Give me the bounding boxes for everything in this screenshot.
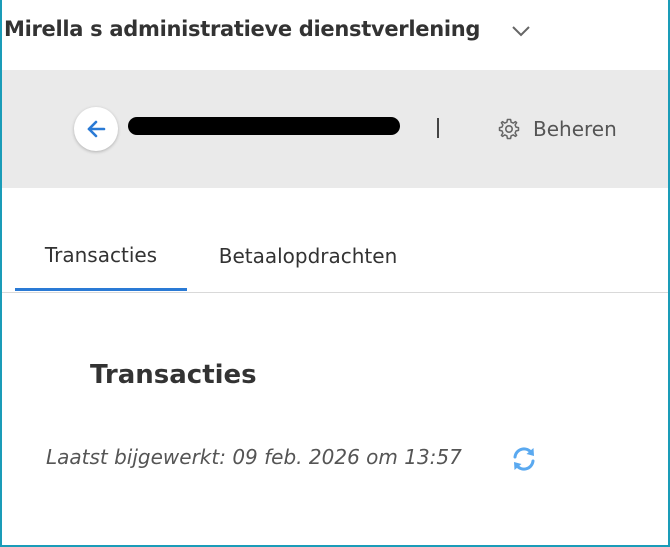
- organization-name[interactable]: Mirella s administratieve dienstverlenin…: [4, 17, 480, 41]
- refresh-button[interactable]: [508, 443, 540, 475]
- back-button[interactable]: [74, 107, 118, 151]
- tab-betaalopdrachten[interactable]: Betaalopdrachten: [197, 222, 419, 290]
- account-name-redacted: [128, 117, 400, 135]
- page-title: Transacties: [90, 360, 257, 390]
- gear-icon: [497, 117, 521, 141]
- tab-bar: Transacties Betaalopdrachten: [2, 222, 670, 293]
- header-divider: [437, 118, 439, 138]
- manage-button[interactable]: Beheren: [497, 112, 617, 146]
- tab-transacties[interactable]: Transacties: [15, 222, 187, 291]
- org-bar: Mirella s administratieve dienstverlenin…: [0, 0, 670, 68]
- chevron-down-icon[interactable]: [510, 20, 532, 42]
- arrow-left-icon: [84, 117, 108, 141]
- manage-label: Beheren: [533, 117, 617, 141]
- refresh-icon: [509, 444, 539, 474]
- last-updated-text: Laatst bijgewerkt: 09 feb. 2026 om 13:57: [46, 445, 462, 469]
